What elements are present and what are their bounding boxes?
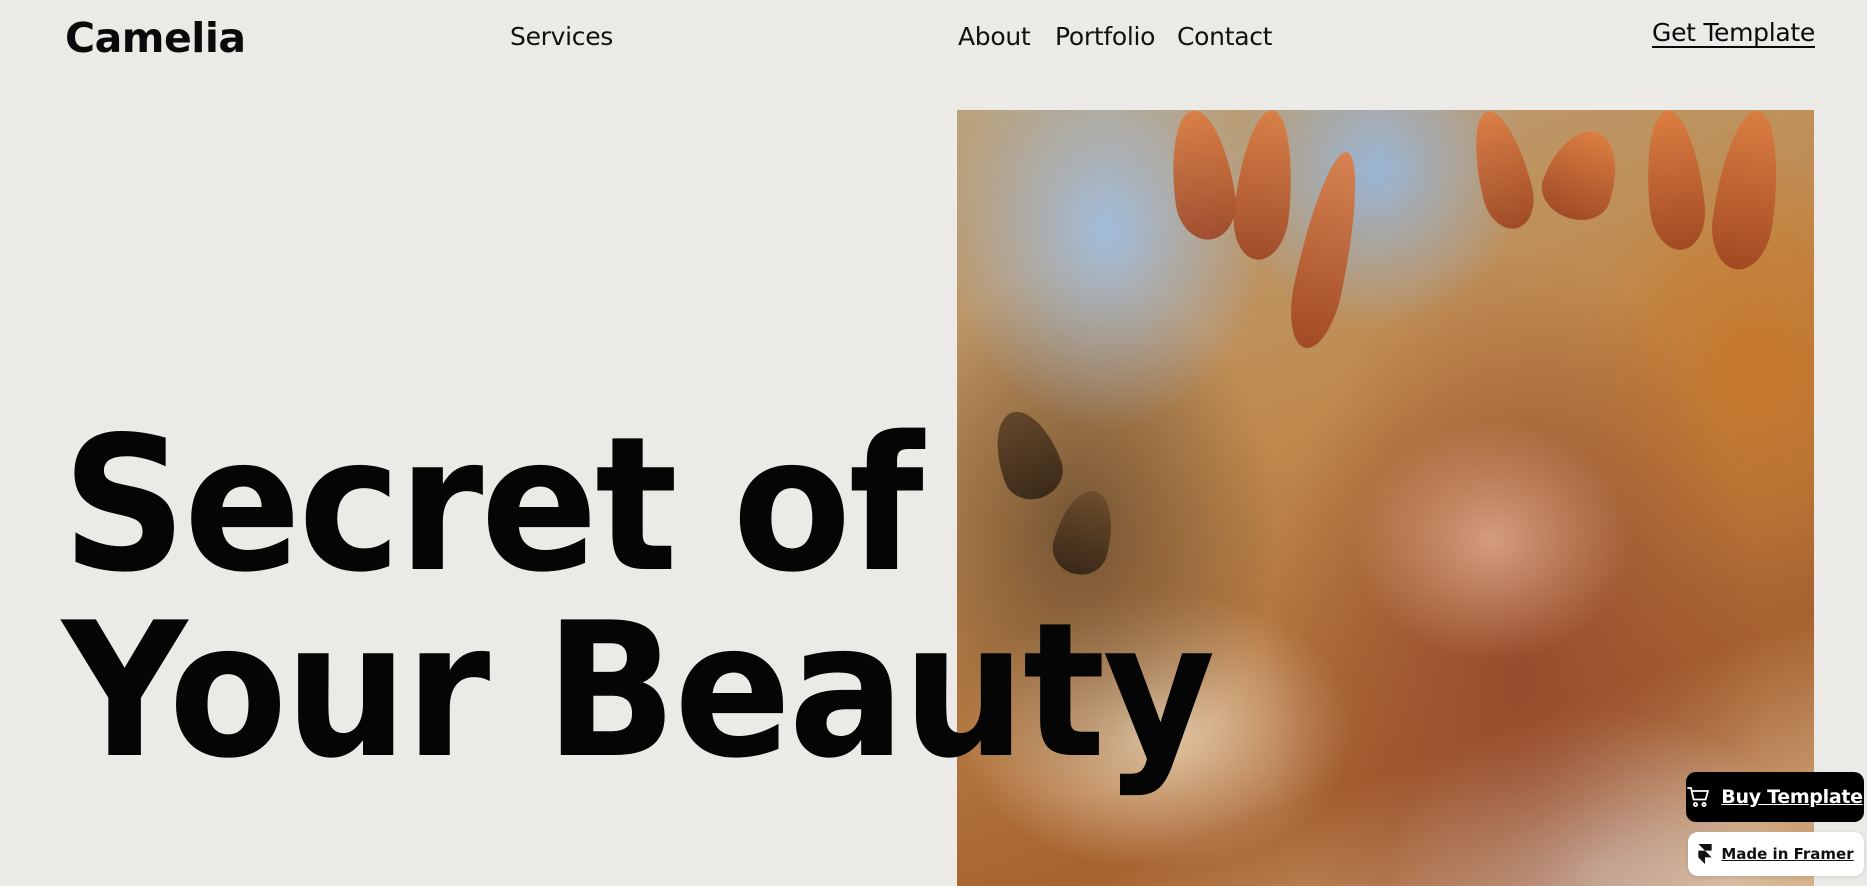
framer-logo-icon [1698,844,1713,864]
nav-link-contact[interactable]: Contact [1177,22,1272,51]
made-in-framer-label: Made in Framer [1721,845,1854,863]
leaf-shape [1229,110,1300,263]
get-template-link[interactable]: Get Template [1652,18,1815,47]
buy-template-label: Buy Template [1721,786,1863,808]
hero-headline: Secret of Your Beauty [62,396,1215,799]
cart-icon [1687,787,1710,807]
leaf-shape [1533,120,1631,230]
leaf-shape [1639,110,1710,253]
leaf-shape [1281,147,1371,353]
headline-line-2: Your Beauty [62,582,1215,799]
site-logo[interactable]: Camelia [65,14,246,62]
leaf-shape [1163,110,1241,244]
made-in-framer-badge[interactable]: Made in Framer [1688,832,1864,876]
leaf-shape [1706,110,1788,274]
headline-line-1: Secret of [62,396,924,613]
nav-link-about[interactable]: About [958,22,1031,51]
buy-template-button[interactable]: Buy Template [1686,772,1864,822]
leaf-shape [1463,110,1541,235]
nav-link-services[interactable]: Services [510,22,613,51]
nav-link-portfolio[interactable]: Portfolio [1055,22,1155,51]
